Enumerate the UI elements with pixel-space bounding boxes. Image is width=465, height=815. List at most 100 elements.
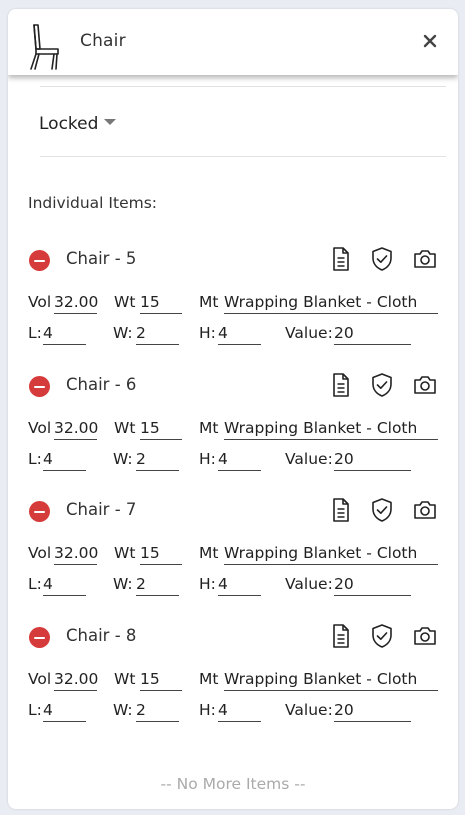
list-item: Chair - 6 Vol 32.00 Wt 15 Mt Wrapping Bl… <box>8 361 458 487</box>
mt-label: Mt <box>199 670 219 688</box>
document-icon[interactable] <box>328 246 354 272</box>
camera-icon[interactable] <box>412 623 438 649</box>
no-more-items-text: -- No More Items -- <box>160 775 306 793</box>
value-field: Value: 20 <box>285 450 411 471</box>
camera-icon[interactable] <box>412 372 438 398</box>
height-field: H: 4 <box>199 324 261 345</box>
vol-label: Vol <box>28 419 52 437</box>
divider <box>40 156 446 157</box>
height-label: H: <box>199 450 216 468</box>
page-title: Chair <box>80 31 126 51</box>
vol-field: Vol 32.00 <box>28 544 98 565</box>
mt-label: Mt <box>199 293 219 311</box>
panel-content: Locked Individual Items: Chair - 5 Vol 3… <box>8 75 458 809</box>
chair-detail-panel: Chair Locked Individual Items: Chair - 5 <box>8 9 458 809</box>
length-input[interactable]: 4 <box>43 324 86 345</box>
length-input[interactable]: 4 <box>43 450 86 471</box>
length-field: L: 4 <box>28 701 86 722</box>
divider <box>40 86 446 87</box>
height-label: H: <box>199 575 216 593</box>
remove-item-button[interactable] <box>29 250 50 271</box>
width-input[interactable]: 2 <box>136 324 179 345</box>
item-name: Chair - 7 <box>66 500 137 519</box>
length-label: L: <box>28 701 42 719</box>
mt-field: Mt Wrapping Blanket - Cloth <box>199 544 438 565</box>
height-input[interactable]: 4 <box>218 450 261 471</box>
remove-item-button[interactable] <box>29 627 50 648</box>
item-name: Chair - 5 <box>66 249 137 268</box>
vol-field: Vol 32.00 <box>28 293 98 314</box>
shield-check-icon[interactable] <box>369 372 395 398</box>
length-input[interactable]: 4 <box>43 575 86 596</box>
camera-icon[interactable] <box>412 497 438 523</box>
vol-field: Vol 32.00 <box>28 670 98 691</box>
document-icon[interactable] <box>328 372 354 398</box>
vol-label: Vol <box>28 293 52 311</box>
value-input[interactable]: 20 <box>334 701 411 722</box>
item-name: Chair - 6 <box>66 375 137 394</box>
status-value: Locked <box>39 114 99 134</box>
value-label: Value: <box>285 575 333 593</box>
vol-field: Vol 32.00 <box>28 419 98 440</box>
shield-check-icon[interactable] <box>369 497 395 523</box>
value-input[interactable]: 20 <box>334 324 411 345</box>
height-input[interactable]: 4 <box>218 575 261 596</box>
mt-field: Mt Wrapping Blanket - Cloth <box>199 670 438 691</box>
value-label: Value: <box>285 450 333 468</box>
length-field: L: 4 <box>28 450 86 471</box>
wt-field: Wt 15 <box>114 419 182 440</box>
height-input[interactable]: 4 <box>218 701 261 722</box>
remove-item-button[interactable] <box>29 501 50 522</box>
height-field: H: 4 <box>199 701 261 722</box>
value-field: Value: 20 <box>285 324 411 345</box>
width-input[interactable]: 2 <box>136 575 179 596</box>
vol-input[interactable]: 32.00 <box>54 419 98 440</box>
item-name: Chair - 8 <box>66 626 137 645</box>
value-field: Value: 20 <box>285 701 411 722</box>
value-input[interactable]: 20 <box>334 575 411 596</box>
height-field: H: 4 <box>199 575 261 596</box>
material-input[interactable]: Wrapping Blanket - Cloth <box>224 293 438 314</box>
width-field: W: 2 <box>113 324 179 345</box>
panel-header: Chair <box>8 9 458 75</box>
wt-label: Wt <box>114 293 136 311</box>
material-input[interactable]: Wrapping Blanket - Cloth <box>224 419 438 440</box>
vol-input[interactable]: 32.00 <box>54 293 98 314</box>
vol-label: Vol <box>28 670 52 688</box>
wt-input[interactable]: 15 <box>140 419 182 440</box>
material-input[interactable]: Wrapping Blanket - Cloth <box>224 544 438 565</box>
width-field: W: 2 <box>113 701 179 722</box>
document-icon[interactable] <box>328 497 354 523</box>
vol-input[interactable]: 32.00 <box>54 670 98 691</box>
height-input[interactable]: 4 <box>218 324 261 345</box>
shield-check-icon[interactable] <box>369 246 395 272</box>
mt-label: Mt <box>199 419 219 437</box>
length-field: L: 4 <box>28 575 86 596</box>
height-label: H: <box>199 324 216 342</box>
chair-icon <box>30 24 59 70</box>
width-input[interactable]: 2 <box>136 450 179 471</box>
material-input[interactable]: Wrapping Blanket - Cloth <box>224 670 438 691</box>
width-label: W: <box>113 701 133 719</box>
wt-field: Wt 15 <box>114 293 182 314</box>
vol-label: Vol <box>28 544 52 562</box>
wt-input[interactable]: 15 <box>140 544 182 565</box>
mt-field: Mt Wrapping Blanket - Cloth <box>199 419 438 440</box>
wt-label: Wt <box>114 670 136 688</box>
mt-field: Mt Wrapping Blanket - Cloth <box>199 293 438 314</box>
wt-field: Wt 15 <box>114 544 182 565</box>
width-input[interactable]: 2 <box>136 701 179 722</box>
length-label: L: <box>28 324 42 342</box>
wt-input[interactable]: 15 <box>140 670 182 691</box>
close-icon[interactable] <box>418 29 442 53</box>
vol-input[interactable]: 32.00 <box>54 544 98 565</box>
section-label: Individual Items: <box>28 194 157 212</box>
shield-check-icon[interactable] <box>369 623 395 649</box>
document-icon[interactable] <box>328 623 354 649</box>
status-dropdown[interactable]: Locked <box>39 114 117 134</box>
wt-input[interactable]: 15 <box>140 293 182 314</box>
remove-item-button[interactable] <box>29 376 50 397</box>
value-input[interactable]: 20 <box>334 450 411 471</box>
length-input[interactable]: 4 <box>43 701 86 722</box>
camera-icon[interactable] <box>412 246 438 272</box>
